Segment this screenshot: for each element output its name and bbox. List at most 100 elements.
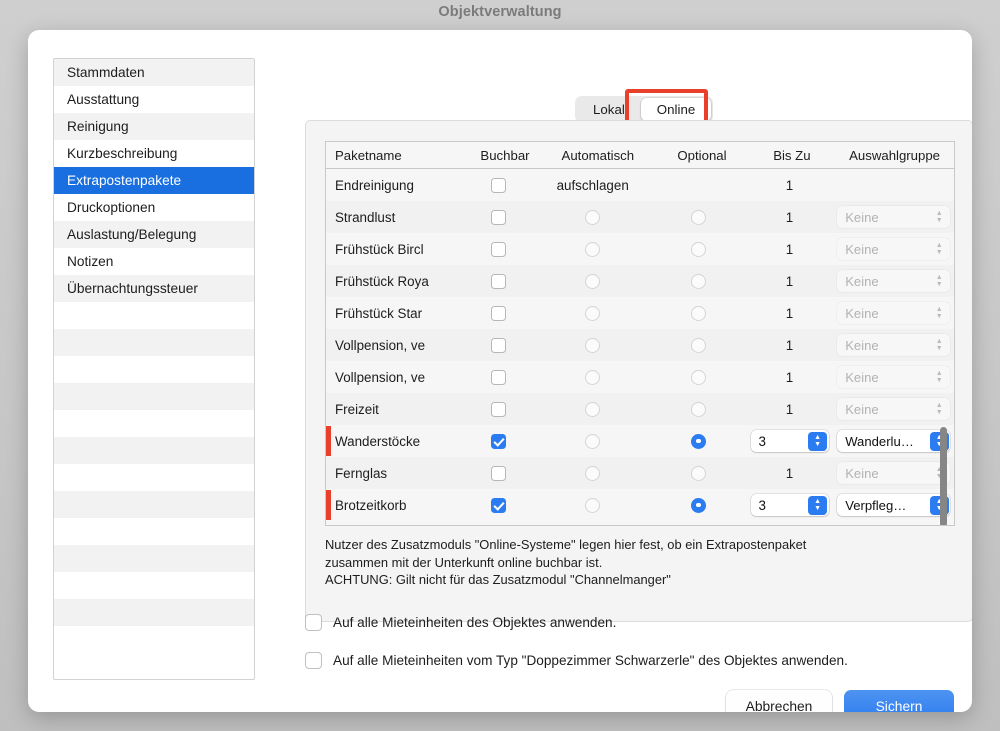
sidebar-item--bernachtungssteuer[interactable]: Übernachtungssteuer xyxy=(54,275,254,302)
buchbar-checkbox[interactable] xyxy=(490,433,506,449)
sidebar-item-ausstattung[interactable]: Ausstattung xyxy=(54,86,254,113)
buchbar-checkbox[interactable] xyxy=(490,241,506,257)
table-row[interactable]: Frühstück Star 1 Keine ▲ ▼ xyxy=(326,297,954,329)
apply-all-units-checkbox[interactable] xyxy=(305,614,322,631)
auswahlgruppe-value: Keine xyxy=(845,305,879,321)
column-header-paketname[interactable]: Paketname xyxy=(326,148,470,163)
cell-auswahlgruppe: Keine▲▼ xyxy=(833,201,954,233)
buchbar-checkbox[interactable] xyxy=(490,465,506,481)
optional-radio[interactable] xyxy=(690,497,706,513)
bis-zu-stepper[interactable]: 3 ▲ ▼ xyxy=(750,494,829,516)
cell-auswahlgruppe: Verpfleg…▲▼ xyxy=(833,489,954,521)
auswahlgruppe-select[interactable]: Verpfleg…▲▼ xyxy=(837,494,951,516)
buchbar-checkbox[interactable] xyxy=(490,497,506,513)
optional-radio[interactable] xyxy=(690,401,706,417)
sidebar-list[interactable]: Stammdaten Ausstattung Reinigung Kurzbeschr… xyxy=(53,58,255,680)
buchbar-checkbox[interactable] xyxy=(490,305,506,321)
bis-zu-value: 1 xyxy=(785,241,794,257)
automatisch-radio[interactable] xyxy=(585,497,601,513)
table-row[interactable]: Wanderstöcke 3 ▲▼ Wanderlu…▲▼ xyxy=(326,425,954,457)
cancel-button[interactable]: Abbrechen xyxy=(726,690,832,712)
chevron-updown-icon[interactable]: ▲▼ xyxy=(808,431,828,451)
table-row[interactable]: Strandlust 1 Keine ▲ ▼ xyxy=(326,201,954,233)
buchbar-checkbox[interactable] xyxy=(490,273,506,289)
auswahlgruppe-select[interactable]: Keine▲▼ xyxy=(837,238,951,260)
column-header-automatisch[interactable]: Automatisch xyxy=(540,148,655,163)
sidebar-item-stammdaten[interactable]: Stammdaten xyxy=(54,59,254,86)
optional-radio[interactable] xyxy=(690,369,706,385)
automatisch-radio[interactable] xyxy=(585,337,601,353)
segmented-tab-control[interactable]: Lokal Online xyxy=(575,96,714,123)
auswahlgruppe-select[interactable]: Keine▲▼ xyxy=(837,206,951,228)
apply-all-units-of-type-checkbox[interactable] xyxy=(305,652,322,669)
sidebar-item-kurzbeschreibung[interactable]: Kurzbeschreibung xyxy=(54,140,254,167)
cell-optional xyxy=(651,169,746,201)
info-note-line-3: ACHTUNG: Gilt nicht für das Zusatzmodul … xyxy=(325,572,671,587)
cell-buchbar xyxy=(463,489,535,521)
column-header-bis-zu[interactable]: Bis Zu xyxy=(749,148,835,163)
buchbar-checkbox[interactable] xyxy=(490,369,506,385)
optional-radio[interactable] xyxy=(690,273,706,289)
tab-online[interactable]: Online xyxy=(640,98,712,121)
table-row[interactable]: Brotzeitkorb 3 ▲▼ Verpfleg…▲▼ xyxy=(326,489,954,521)
table-row[interactable]: Frühstück Roya 1 Keine ▲ ▼ xyxy=(326,265,954,297)
sidebar-item-druckoptionen[interactable]: Druckoptionen xyxy=(54,194,254,221)
column-header-auswahlgruppe[interactable]: Auswahlgruppe xyxy=(835,148,954,163)
extraposten-table[interactable]: Paketname Buchbar Automatisch Optional Bis Z… xyxy=(325,141,955,526)
optional-radio[interactable] xyxy=(690,337,706,353)
automatisch-radio[interactable] xyxy=(585,433,601,449)
automatisch-radio[interactable] xyxy=(585,369,601,385)
automatisch-radio[interactable] xyxy=(585,241,601,257)
buchbar-checkbox[interactable] xyxy=(490,177,506,193)
automatisch-radio[interactable] xyxy=(585,305,601,321)
apply-all-units-option[interactable]: Auf alle Mieteinheiten des Objektes anwe… xyxy=(305,614,616,631)
automatisch-radio[interactable] xyxy=(585,209,601,225)
auswahlgruppe-select[interactable]: Keine▲▼ xyxy=(837,302,951,324)
tab-lokal[interactable]: Lokal xyxy=(577,98,641,121)
auswahlgruppe-select[interactable]: Keine▲▼ xyxy=(837,366,951,388)
sidebar-item-notizen[interactable]: Notizen xyxy=(54,248,254,275)
auswahlgruppe-select[interactable]: Keine▲▼ xyxy=(837,462,951,484)
optional-radio[interactable] xyxy=(690,433,706,449)
automatisch-radio[interactable] xyxy=(585,401,601,417)
cell-buchbar xyxy=(463,265,535,297)
cell-optional xyxy=(651,361,746,393)
cell-automatisch xyxy=(534,297,651,329)
buchbar-checkbox[interactable] xyxy=(490,401,506,417)
auswahlgruppe-select[interactable]: Keine▲▼ xyxy=(837,398,951,420)
apply-all-units-of-type-option[interactable]: Auf alle Mieteinheiten vom Typ "Doppezim… xyxy=(305,652,848,669)
buchbar-checkbox[interactable] xyxy=(490,337,506,353)
column-header-buchbar[interactable]: Buchbar xyxy=(470,148,541,163)
chevron-updown-icon[interactable]: ▲▼ xyxy=(808,495,828,515)
table-row[interactable]: Endreinigung aufschlagen 1 xyxy=(326,169,954,201)
sidebar-item-reinigung[interactable]: Reinigung xyxy=(54,113,254,140)
table-row[interactable]: Vollpension, ve 1 Keine ▲ ▼ xyxy=(326,361,954,393)
optional-radio[interactable] xyxy=(690,465,706,481)
bis-zu-value: 1 xyxy=(785,177,794,193)
automatisch-radio[interactable] xyxy=(585,465,601,481)
sidebar-empty-row xyxy=(54,464,254,491)
auswahlgruppe-select[interactable]: Keine▲▼ xyxy=(837,270,951,292)
automatisch-radio[interactable] xyxy=(585,273,601,289)
cell-optional xyxy=(651,425,746,457)
auswahlgruppe-select[interactable]: Keine▲▼ xyxy=(837,334,951,356)
save-button[interactable]: Sichern xyxy=(844,690,954,712)
buchbar-checkbox[interactable] xyxy=(490,209,506,225)
table-row[interactable]: Freizeit 1 Keine ▲ ▼ xyxy=(326,393,954,425)
table-scrollbar-thumb[interactable] xyxy=(940,427,947,525)
optional-radio[interactable] xyxy=(690,305,706,321)
sidebar-item-extrapostenpakete[interactable]: Extrapostenpakete xyxy=(54,167,254,194)
table-row[interactable]: Vollpension, ve 1 Keine ▲ ▼ xyxy=(326,329,954,361)
sidebar-item-auslastung-belegung[interactable]: Auslastung/Belegung xyxy=(54,221,254,248)
table-row[interactable]: Frühstück Bircl 1 Keine ▲ ▼ xyxy=(326,233,954,265)
cell-optional xyxy=(651,393,746,425)
bis-zu-stepper[interactable]: 3 ▲ ▼ xyxy=(750,430,829,452)
column-header-optional[interactable]: Optional xyxy=(655,148,748,163)
optional-radio[interactable] xyxy=(690,241,706,257)
table-body[interactable]: Endreinigung aufschlagen 1 Strandlust 1 Keine… xyxy=(326,169,954,521)
cell-paketname: Frühstück Bircl xyxy=(335,241,424,257)
table-row[interactable]: Fernglas 1 Keine▲▼ xyxy=(326,457,954,489)
auswahlgruppe-select[interactable]: Wanderlu…▲▼ xyxy=(837,430,951,452)
table-scrollbar[interactable] xyxy=(937,169,950,525)
optional-radio[interactable] xyxy=(690,209,706,225)
